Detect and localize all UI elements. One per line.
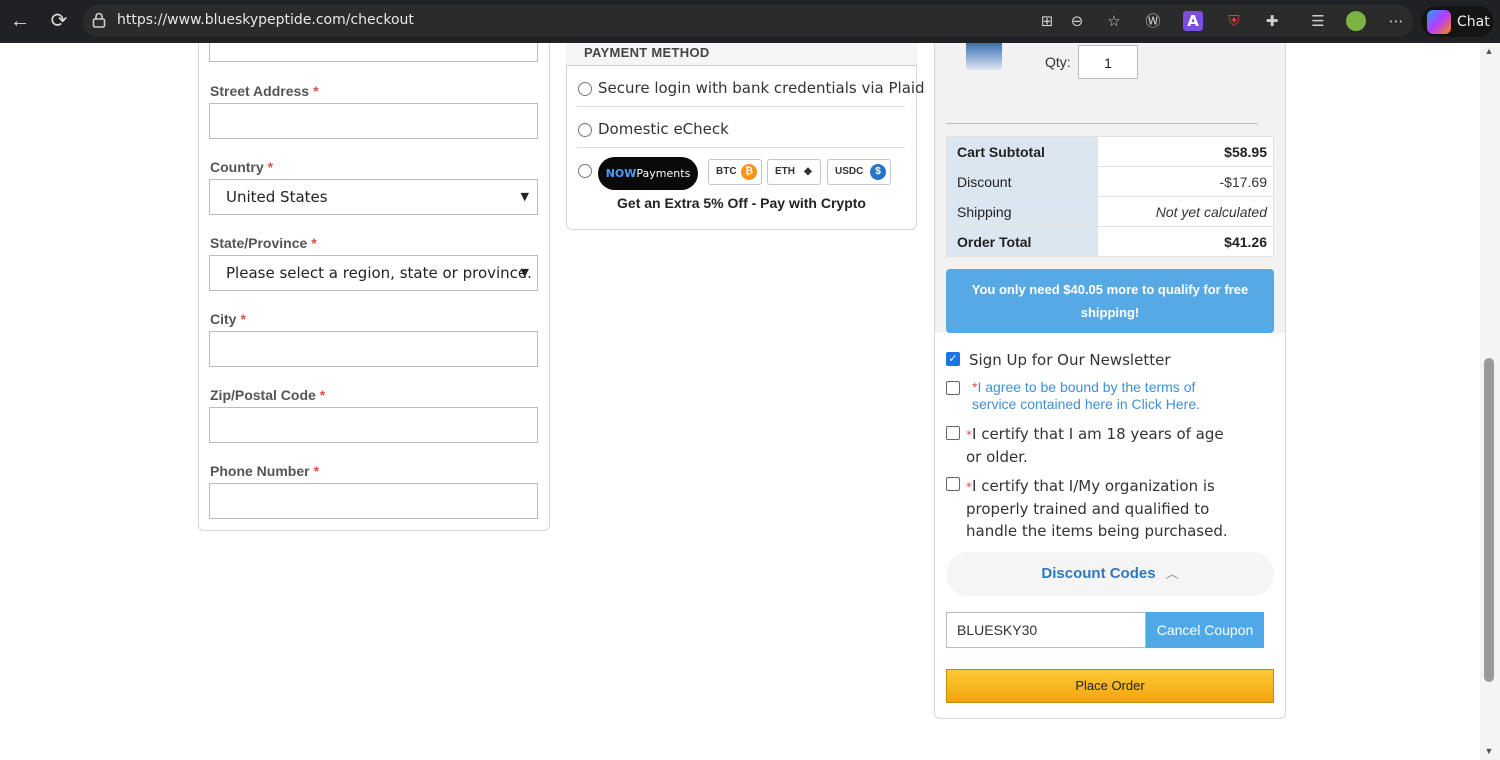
more-tools-icon[interactable]: ⊖ (1067, 11, 1087, 31)
terms-checkbox[interactable] (946, 381, 960, 395)
state-province-label: State/Province * (210, 235, 317, 251)
payment-divider (577, 147, 905, 148)
qty-label: Qty: (1045, 54, 1071, 70)
cart-subtotal-label: Cart Subtotal (946, 136, 1098, 167)
echeck-radio[interactable] (578, 123, 592, 137)
summary-divider (946, 123, 1258, 124)
age-certify-label[interactable]: *I certify that I am 18 years of age or … (966, 423, 1236, 468)
table-row: Shipping Not yet calculated (946, 196, 1274, 227)
extension-a-icon[interactable]: A (1183, 11, 1203, 31)
age-checkbox[interactable] (946, 426, 960, 440)
street-address-label: Street Address * (210, 83, 319, 99)
btc-badge: BTC ₿ (708, 159, 762, 185)
favorites-list-icon[interactable]: ☰ (1308, 11, 1328, 31)
table-row: Cart Subtotal $58.95 (946, 136, 1274, 167)
table-row: Discount -$17.69 (946, 166, 1274, 197)
plaid-option-label[interactable]: Secure login with bank credentials via P… (598, 79, 925, 97)
payment-divider (577, 106, 905, 107)
usdc-icon: $ (870, 164, 886, 180)
extensions-puzzle-icon[interactable]: ✚ (1262, 11, 1282, 31)
country-label: Country * (210, 159, 274, 175)
payment-header-title: PAYMENT METHOD (584, 45, 710, 60)
plaid-radio[interactable] (578, 82, 592, 96)
totals-table: Cart Subtotal $58.95 Discount -$17.69 Sh… (946, 136, 1274, 257)
ethereum-icon: ◆ (804, 166, 812, 177)
menu-dots-icon[interactable]: ⋯ (1386, 11, 1406, 31)
copilot-icon (1427, 9, 1451, 34)
scrollbar-thumb[interactable] (1484, 358, 1494, 682)
trained-checkbox[interactable] (946, 477, 960, 491)
shipping-label: Shipping (946, 196, 1098, 227)
discount-label: Discount (946, 166, 1098, 197)
shipping-value: Not yet calculated (1097, 196, 1274, 227)
free-shipping-banner: You only need $40.05 more to qualify for… (946, 269, 1274, 333)
back-icon[interactable]: ← (8, 9, 32, 33)
newsletter-checkbox[interactable]: ✓ (946, 352, 960, 366)
coupon-code-input[interactable]: BLUESKY30 (946, 612, 1146, 648)
chevron-down-icon: ▼ (520, 266, 529, 279)
scroll-down-arrow-icon[interactable]: ▼ (1483, 746, 1495, 756)
chevron-down-icon: ▼ (520, 190, 529, 203)
extension-w-icon[interactable]: Ⓦ (1143, 11, 1163, 31)
echeck-option-label[interactable]: Domestic eCheck (598, 120, 729, 138)
phone-label: Phone Number * (210, 463, 320, 479)
qty-input[interactable]: 1 (1078, 45, 1138, 79)
zip-input[interactable] (209, 407, 538, 443)
app-grid-icon[interactable]: ⊞ (1037, 11, 1057, 31)
crypto-radio[interactable] (578, 164, 592, 178)
cancel-coupon-button[interactable]: Cancel Coupon (1146, 612, 1264, 648)
url-text[interactable]: https://www.blueskypeptide.com/checkout (117, 12, 414, 28)
favorite-star-icon[interactable]: ☆ (1104, 11, 1124, 31)
scroll-up-arrow-icon[interactable]: ▲ (1483, 46, 1495, 56)
city-input[interactable] (209, 331, 538, 367)
order-total-value: $41.26 (1097, 226, 1274, 257)
phone-input[interactable] (209, 483, 538, 519)
city-label: City * (210, 311, 246, 327)
bitcoin-icon: ₿ (741, 164, 757, 180)
profile-avatar-icon[interactable] (1346, 11, 1366, 31)
extension-shield-icon[interactable]: ⛨ (1224, 11, 1244, 31)
chevron-up-icon: ︿ (1165, 566, 1179, 581)
crypto-offer-text: Get an Extra 5% Off - Pay with Crypto (617, 195, 866, 211)
eth-badge: ETH ◆ (767, 159, 821, 185)
state-province-select[interactable]: Please select a region, state or provinc… (209, 255, 538, 291)
nowpayments-logo[interactable]: NOWPayments (598, 157, 698, 190)
table-row: Order Total $41.26 (946, 226, 1274, 257)
country-select[interactable]: United States ▼ (209, 179, 538, 215)
trained-certify-label[interactable]: *I certify that I/My organization is pro… (966, 475, 1256, 542)
newsletter-label[interactable]: Sign Up for Our Newsletter (969, 349, 1170, 371)
cart-subtotal-value: $58.95 (1097, 136, 1274, 167)
chat-label: Chat (1457, 13, 1490, 30)
chat-button[interactable]: Chat (1421, 6, 1494, 37)
street-address-input[interactable] (209, 103, 538, 139)
previous-field-input[interactable] (209, 43, 538, 62)
place-order-button[interactable]: Place Order (946, 669, 1274, 703)
discount-codes-toggle[interactable]: Discount Codes ︿ (946, 552, 1274, 596)
zip-label: Zip/Postal Code * (210, 387, 326, 403)
terms-link[interactable]: *I agree to be bound by the terms of ser… (972, 379, 1222, 413)
product-thumbnail (966, 43, 1002, 70)
discount-value: -$17.69 (1097, 166, 1274, 197)
reload-icon[interactable]: ⟳ (47, 9, 71, 33)
lock-icon (92, 12, 106, 28)
usdc-badge: USDC $ (827, 159, 891, 185)
order-total-label: Order Total (946, 226, 1098, 257)
